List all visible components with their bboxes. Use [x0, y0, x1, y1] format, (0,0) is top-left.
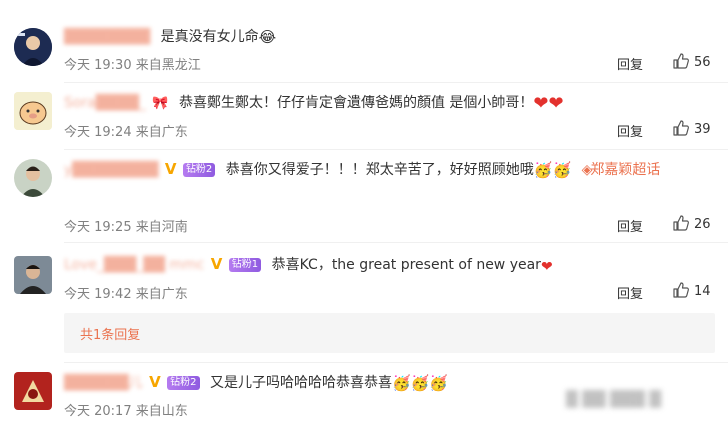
like-button[interactable]: 14: [672, 281, 716, 299]
avatar[interactable]: [14, 372, 52, 410]
avatar-image: [14, 92, 52, 130]
heart-emoji: ❤: [540, 259, 553, 275]
like-count: 26: [694, 217, 711, 232]
like-button[interactable]: 39: [672, 119, 716, 137]
reply-button[interactable]: 回复: [617, 121, 643, 140]
blurred-actions: █ ██ ███ █: [566, 390, 662, 408]
avatar-image: [14, 372, 52, 410]
avatar[interactable]: [14, 256, 52, 294]
avatar[interactable]: [14, 92, 52, 130]
username[interactable]: Love_███_██ mmc: [64, 257, 204, 273]
username[interactable]: y████████: [64, 162, 158, 178]
like-button[interactable]: 56: [672, 52, 716, 70]
fan-level-badge: 钻粉2: [167, 376, 200, 390]
comment-text: 恭喜KC，the great present of new year: [271, 257, 541, 273]
comment-meta: 今天 19:24 来自广东: [64, 125, 188, 140]
comment-item: Sora████_ 🎀 恭喜鄭生鄭太！仔仔肯定會遺傳爸媽的顏值 是個小帥哥！❤❤…: [0, 82, 728, 149]
like-count: 56: [694, 55, 711, 70]
comment-text: 恭喜鄭生鄭太！仔仔肯定會遺傳爸媽的顏值 是個小帥哥！: [178, 95, 534, 111]
thumbs-up-icon: [673, 120, 689, 136]
comment-text: 是真没有女儿命: [160, 29, 259, 45]
avatar-image: [14, 256, 52, 294]
comment-meta: 今天 19:42 来自广东: [64, 287, 188, 302]
comment-line: ████████ 是真没有女儿命😂: [64, 26, 276, 46]
username[interactable]: ████████: [64, 29, 150, 45]
reply-button[interactable]: 回复: [617, 283, 643, 302]
reply-thread-box[interactable]: 共1条回复: [64, 313, 715, 353]
fan-badge-icon: 🎀: [152, 96, 169, 111]
avatar-image: [14, 28, 52, 66]
view-replies-link[interactable]: 共1条回复: [80, 324, 140, 343]
comment-line: y████████ V 钻粉2 恭喜你又得爱子！！！郑太辛苦了，好好照顾她哦🥳🥳…: [64, 159, 661, 179]
reply-button[interactable]: 回复: [617, 54, 643, 73]
username[interactable]: ██████儿: [64, 372, 143, 392]
comment-text: 恭喜你又得爱子！！！郑太辛苦了，好好照顾她哦: [225, 162, 534, 178]
comment-meta: 今天 19:30 来自黑龙江: [64, 58, 201, 73]
comment-item: ████████ 是真没有女儿命😂 今天 19:30 来自黑龙江 回复 56: [0, 0, 728, 82]
party-emoji: 🥳🥳🥳: [391, 374, 448, 392]
party-emoji: 🥳🥳: [533, 161, 572, 179]
like-button[interactable]: 26: [672, 214, 716, 232]
avatar[interactable]: [14, 159, 52, 197]
comment-line: ██████儿 V 钻粉2 又是儿子吗哈哈哈哈恭喜恭喜🥳🥳🥳: [64, 372, 448, 392]
verified-icon: V: [149, 373, 161, 391]
topic-label: 郑嘉颖超话: [590, 162, 661, 178]
avatar-image: [14, 159, 52, 197]
topic-link[interactable]: ◈ 郑嘉颖超话: [582, 162, 661, 178]
fan-level-badge: 钻粉1: [228, 258, 262, 272]
comment-line: Sora████_ 🎀 恭喜鄭生鄭太！仔仔肯定會遺傳爸媽的顏值 是個小帥哥！❤❤: [64, 92, 564, 114]
laugh-emoji: 😂: [258, 28, 277, 46]
verified-icon: V: [210, 255, 223, 273]
comment-item: y████████ V 钻粉2 恭喜你又得爱子！！！郑太辛苦了，好好照顾她哦🥳🥳…: [0, 149, 728, 242]
fan-level-badge: 钻粉2: [182, 163, 216, 177]
username[interactable]: Sora████_: [64, 95, 146, 111]
comment-line: Love_███_██ mmc V 钻粉1 恭喜KC，the great pre…: [64, 254, 553, 275]
thumbs-up-icon: [673, 53, 689, 69]
heart-emoji: ❤❤: [533, 93, 564, 114]
comment-meta: 今天 20:17 来自山东: [64, 404, 188, 419]
comment-text: 又是儿子吗哈哈哈哈恭喜恭喜: [209, 375, 392, 391]
like-count: 39: [694, 122, 711, 137]
thumbs-up-icon: [673, 215, 689, 231]
comment-meta: 今天 19:25 来自河南: [64, 220, 188, 235]
comment-item: ██████儿 V 钻粉2 又是儿子吗哈哈哈哈恭喜恭喜🥳🥳🥳 今天 20:17 …: [0, 362, 728, 427]
avatar[interactable]: [14, 28, 52, 66]
reply-button[interactable]: 回复: [617, 216, 643, 235]
verified-icon: V: [164, 160, 177, 178]
thumbs-up-icon: [673, 282, 689, 298]
like-count: 14: [694, 284, 711, 299]
